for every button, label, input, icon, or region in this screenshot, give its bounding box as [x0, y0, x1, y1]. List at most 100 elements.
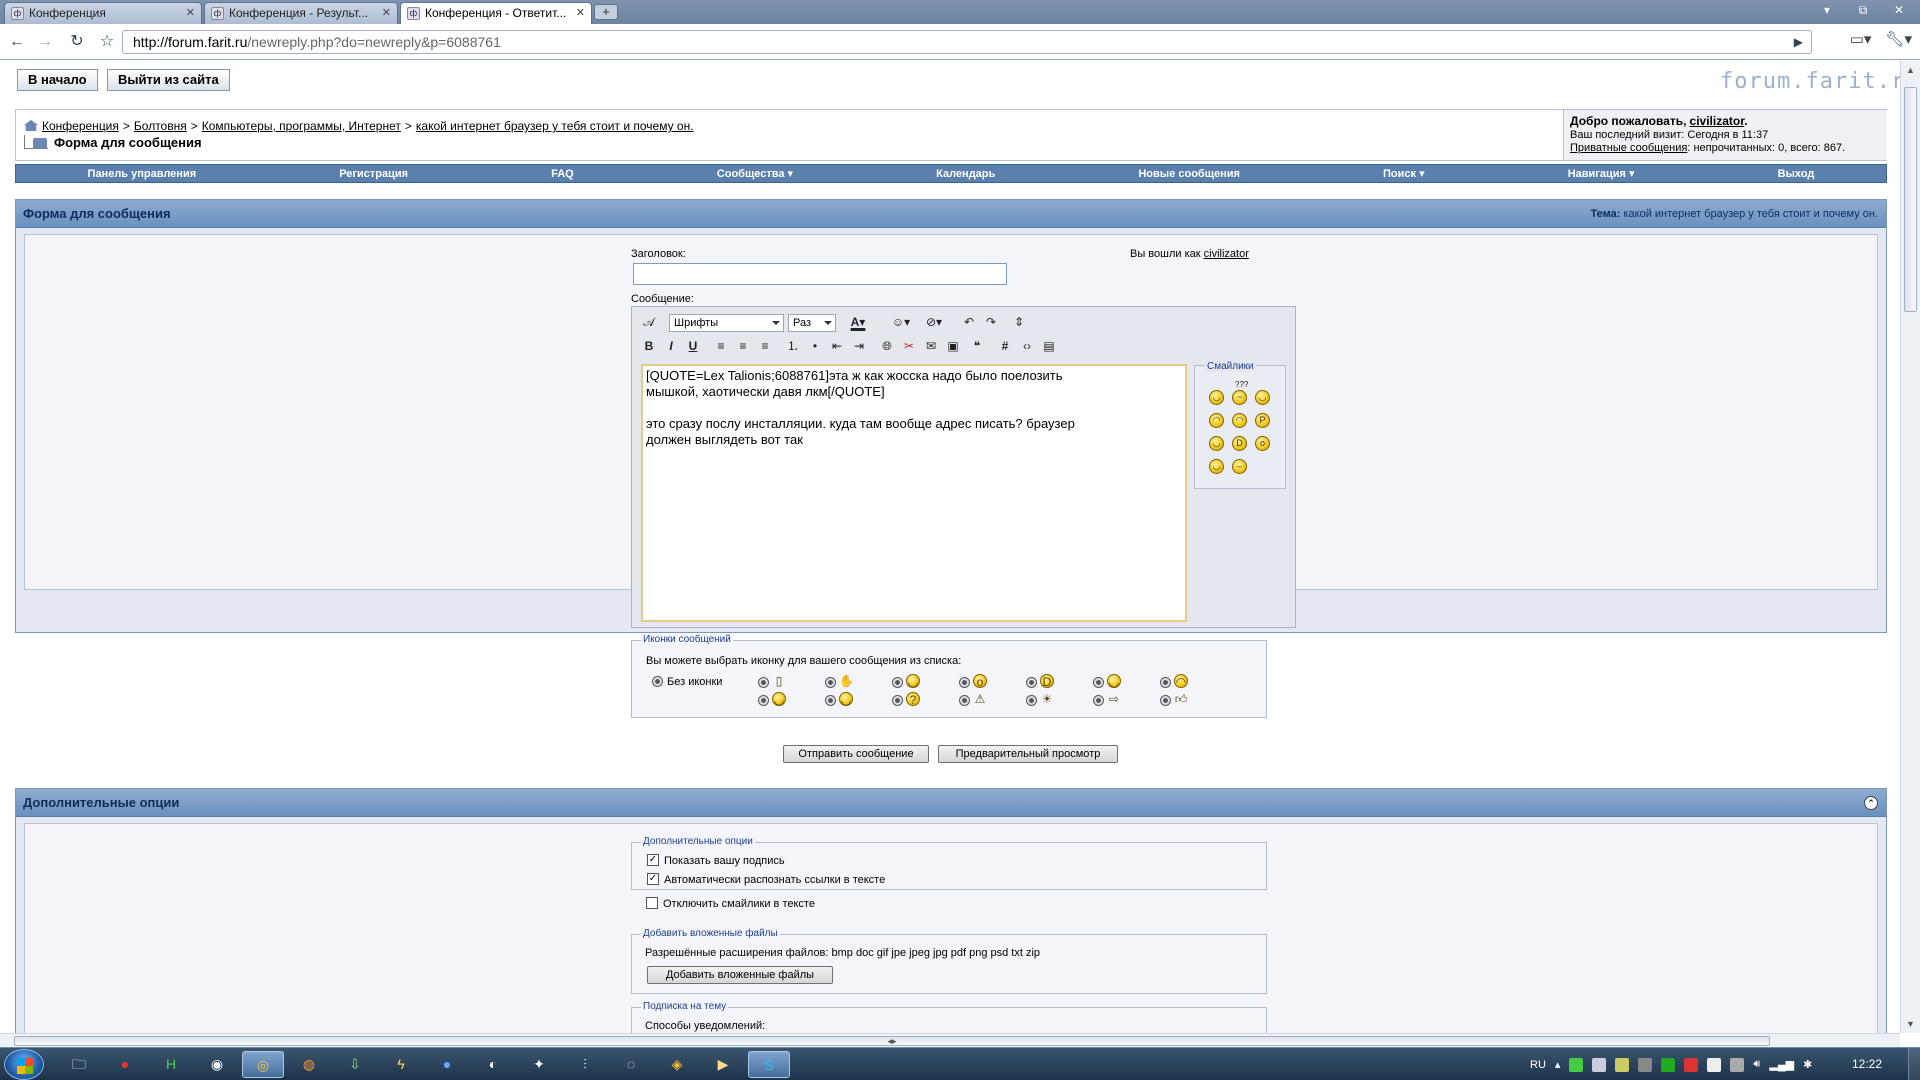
sound-task-icon[interactable]: ◌: [610, 1051, 652, 1078]
php-icon[interactable]: ▤: [1040, 336, 1058, 356]
winamp-task-icon[interactable]: ◈: [656, 1051, 698, 1078]
tray-app-icon[interactable]: [1592, 1057, 1607, 1072]
show-signature-checkbox[interactable]: ✓: [647, 854, 659, 866]
explorer-task-icon[interactable]: 🗀︎: [58, 1051, 100, 1078]
topic-value[interactable]: какой интернет браузер у тебя стоит и по…: [1623, 208, 1878, 220]
icon-radio-none[interactable]: [652, 676, 663, 687]
logged-user-link[interactable]: civilizator: [1204, 248, 1249, 260]
tab-1[interactable]: ф Конференция ✕: [4, 2, 202, 24]
nav-calendar[interactable]: Календарь: [936, 168, 995, 180]
collapse-icon[interactable]: ⌃: [1864, 796, 1878, 810]
icon-radio[interactable]: [1093, 695, 1104, 706]
bookmark-star-icon[interactable]: ☆: [96, 32, 118, 52]
submit-post-button[interactable]: Отправить сообщение: [783, 745, 929, 763]
smiley-sad-icon[interactable]: ◠: [1209, 413, 1224, 428]
network-icon[interactable]: ✱: [1803, 1058, 1812, 1071]
skype-task-icon[interactable]: S: [748, 1051, 790, 1078]
scrollbar-thumb[interactable]: [1904, 87, 1917, 312]
smiley-cool-icon[interactable]: ◡: [1209, 436, 1224, 451]
smiley-smile-icon[interactable]: ◡: [1209, 390, 1224, 405]
restore-icon[interactable]: ⧉: [1850, 3, 1876, 18]
attach-menu-icon[interactable]: ⊘▾: [920, 312, 948, 332]
icon-radio[interactable]: [1026, 677, 1037, 688]
minimize-icon[interactable]: ▾: [1814, 3, 1840, 17]
tray-app-icon[interactable]: [1569, 1057, 1584, 1072]
tool-task-icon[interactable]: ⫶: [564, 1051, 606, 1078]
add-attachments-button[interactable]: Добавить вложенные файлы: [647, 966, 833, 984]
nav-communities[interactable]: Сообщества ▾: [717, 167, 793, 180]
icon-radio[interactable]: [1160, 677, 1171, 688]
nav-control-panel[interactable]: Панель управления: [88, 168, 197, 180]
scroll-down-icon[interactable]: ▼: [1906, 1019, 1915, 1029]
breadcrumb-item-computers[interactable]: Компьютеры, программы, Интернет: [202, 119, 401, 133]
smiley-wink-icon[interactable]: ◡: [1255, 390, 1270, 405]
address-bar[interactable]: http://forum.farit.ru/newreply.php?do=ne…: [122, 30, 1812, 54]
vertical-scrollbar[interactable]: ▲ ▼: [1900, 61, 1920, 1033]
tray-app-icon[interactable]: [1661, 1057, 1676, 1072]
tray-app-icon[interactable]: [1707, 1057, 1722, 1072]
go-icon[interactable]: ▶: [1794, 31, 1803, 53]
email-link-icon[interactable]: ✉: [922, 336, 940, 356]
volume-icon[interactable]: 🔊︎: [1753, 1058, 1760, 1071]
align-right-icon[interactable]: ≡: [756, 336, 774, 356]
close-tab-icon[interactable]: ✕: [186, 3, 195, 23]
logout-site-button[interactable]: Выйти из сайта: [107, 69, 230, 91]
media-task-icon[interactable]: ◉: [196, 1051, 238, 1078]
tray-app-icon[interactable]: [1638, 1057, 1653, 1072]
size-select[interactable]: Раз: [788, 314, 836, 332]
disable-smilies-checkbox[interactable]: [646, 897, 658, 909]
home-icon[interactable]: [24, 120, 38, 131]
smiley-redface-icon[interactable]: ◡: [1209, 459, 1224, 474]
smiley-confused-icon[interactable]: ~: [1232, 390, 1247, 405]
scroll-up-icon[interactable]: ▲: [1906, 65, 1915, 75]
wrench-icon[interactable]: 🔧︎▾: [1885, 30, 1912, 48]
lightning-task-icon[interactable]: ϟ: [380, 1051, 422, 1078]
smiley-tongue-icon[interactable]: P: [1255, 413, 1270, 428]
resize-toolbar-icon[interactable]: ⇕: [1012, 312, 1026, 332]
network-task-icon[interactable]: ✦: [518, 1051, 560, 1078]
home-button[interactable]: В начало: [17, 69, 98, 91]
breadcrumb-item-conference[interactable]: Конференция: [42, 119, 119, 133]
align-left-icon[interactable]: ≡: [712, 336, 730, 356]
code-icon[interactable]: ‹›: [1018, 336, 1036, 356]
clock[interactable]: 12:22: [1852, 1057, 1882, 1071]
indent-icon[interactable]: ⇥: [850, 336, 868, 356]
hscroll-thumb[interactable]: ◂▸: [14, 1036, 1770, 1046]
firefox-task-icon[interactable]: ◍: [288, 1051, 330, 1078]
message-textarea[interactable]: [QUOTE=Lex Talionis;6088761]эта ж как жо…: [641, 364, 1187, 622]
icon-radio[interactable]: [959, 677, 970, 688]
icon-radio[interactable]: [1026, 695, 1037, 706]
back-icon[interactable]: ←: [6, 32, 28, 52]
forward-icon[interactable]: →: [34, 32, 56, 52]
private-messages-link[interactable]: Приватные сообщения: [1570, 142, 1687, 154]
tray-app-icon[interactable]: [1615, 1057, 1630, 1072]
insert-link-icon[interactable]: 🌐︎: [878, 336, 896, 356]
icon-radio[interactable]: [1160, 695, 1171, 706]
icon-radio[interactable]: [758, 677, 769, 688]
close-tab-icon[interactable]: ✕: [382, 3, 391, 23]
unordered-list-icon[interactable]: •: [806, 336, 824, 356]
title-input[interactable]: [633, 263, 1007, 285]
messenger-task-icon[interactable]: ●: [426, 1051, 468, 1078]
download-task-icon[interactable]: ⇩: [334, 1051, 376, 1078]
show-desktop-button[interactable]: [1908, 1048, 1920, 1080]
tray-app-icon[interactable]: [1684, 1057, 1699, 1072]
icon-radio[interactable]: [825, 695, 836, 706]
text-color-icon[interactable]: A▾: [844, 312, 872, 332]
username-link[interactable]: civilizator: [1690, 114, 1745, 128]
remove-format-icon[interactable]: 𝒜: [640, 312, 658, 332]
tray-expand-icon[interactable]: ▴: [1555, 1058, 1561, 1071]
close-tab-icon[interactable]: ✕: [576, 3, 585, 23]
outdent-icon[interactable]: ⇤: [828, 336, 846, 356]
icon-radio[interactable]: [758, 695, 769, 706]
bold-icon[interactable]: B: [640, 336, 658, 356]
unlink-icon[interactable]: ✂: [900, 336, 918, 356]
new-tab-button[interactable]: +: [594, 4, 618, 20]
icon-radio[interactable]: [825, 677, 836, 688]
close-window-icon[interactable]: ✕: [1886, 3, 1912, 17]
signal-icon[interactable]: ▂▄▆: [1769, 1058, 1794, 1071]
quote-icon[interactable]: ❝: [968, 336, 986, 356]
nav-register[interactable]: Регистрация: [339, 168, 408, 180]
tray-app-icon[interactable]: [1730, 1057, 1745, 1072]
opera-task-icon[interactable]: ●: [104, 1051, 146, 1078]
